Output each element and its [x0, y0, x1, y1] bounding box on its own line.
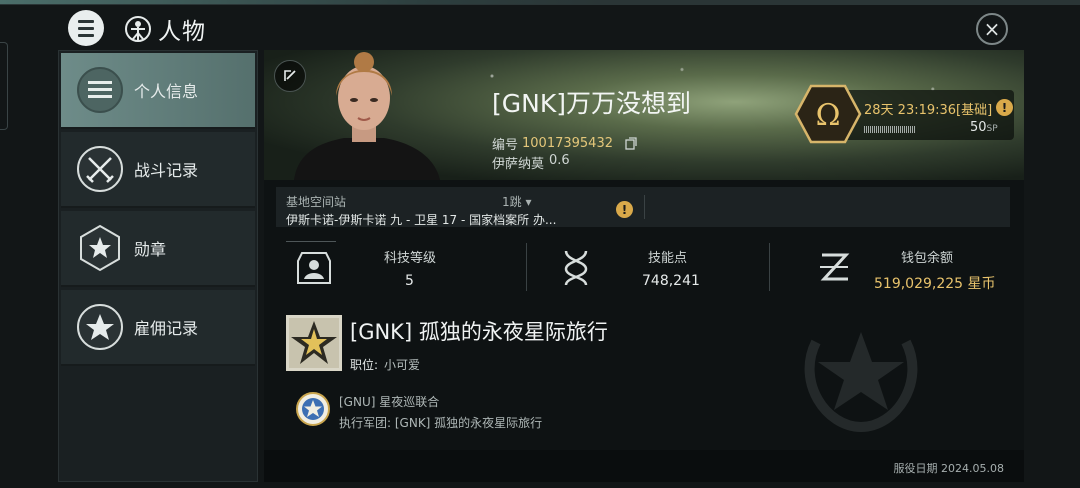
stat-value: 519,029,225 星币: [874, 276, 996, 292]
stat-wallet: 钱包余额 519,029,225 星币: [814, 243, 1014, 293]
alliance-executor: 执行军团: [GNK] 孤独的永夜星际旅行: [339, 416, 543, 430]
footer: 服役日期 2024.05.08: [264, 450, 1024, 482]
isk-icon: [820, 253, 850, 281]
station-label: 基地空间站: [286, 195, 347, 209]
star-hexagon-icon: [80, 224, 120, 272]
sp-value: 50SP: [970, 120, 998, 135]
home-station[interactable]: 基地空间站 1跳 ▾ 伊斯卡诺-伊斯卡诺 九 - 卫星 17 - 国家档案所 办…: [276, 187, 1010, 227]
copy-icon[interactable]: [625, 137, 637, 150]
station-name: 伊斯卡诺-伊斯卡诺 九 - 卫星 17 - 国家档案所 办...: [286, 213, 557, 227]
edit-profile-button[interactable]: [274, 60, 306, 92]
stat-value: 748,241: [642, 273, 700, 289]
dna-icon: [564, 250, 588, 286]
svg-text:Ω: Ω: [816, 98, 841, 133]
sidebar-item-employment[interactable]: 雇佣记录: [61, 290, 255, 366]
divider: [526, 243, 527, 291]
sp-progress-bar: [864, 126, 916, 133]
stat-label: 钱包余额: [901, 251, 954, 266]
list-icon: [77, 67, 123, 113]
edit-icon: [284, 70, 296, 81]
sidebar: 个人信息 战斗记录 勋章 雇佣记录: [58, 50, 258, 482]
alliance-logo[interactable]: [296, 392, 330, 426]
corp-watermark-icon: [804, 332, 918, 432]
menu-icon: [78, 18, 94, 39]
page-title: 人物: [158, 19, 206, 45]
crossed-swords-icon: [77, 146, 123, 192]
service-date: 服役日期 2024.05.08: [893, 462, 1004, 475]
alliance-name[interactable]: [GNU] 星夜巡联合: [339, 393, 439, 410]
id-value: 10017395432: [522, 136, 613, 151]
sidebar-item-label: 勋章: [134, 240, 167, 259]
divider: [644, 195, 645, 219]
stat-label: 技能点: [648, 251, 688, 266]
profile-banner: [GNK]万万没想到 编号 10017395432 伊萨纳莫 0.6 Ω 28天…: [264, 50, 1024, 180]
character-icon: [125, 16, 151, 42]
id-label: 编号: [492, 138, 519, 153]
sidebar-item-personal-info[interactable]: 个人信息: [61, 53, 255, 129]
warning-icon[interactable]: !: [996, 99, 1013, 116]
corp-logo[interactable]: [286, 315, 342, 371]
divider: [286, 241, 336, 242]
omega-icon[interactable]: Ω: [794, 84, 862, 144]
character-name: [GNK]万万没想到: [492, 89, 691, 118]
tech-level-icon: [297, 252, 331, 284]
stat-value: 5: [405, 273, 414, 289]
close-button[interactable]: ×: [976, 13, 1008, 45]
close-icon: ×: [983, 17, 1001, 41]
character-location: 伊萨纳莫 0.6: [492, 153, 570, 172]
stat-skill-points: 技能点 748,241: [556, 243, 776, 293]
security-status: 0.6: [549, 153, 570, 168]
main-content: [GNK]万万没想到 编号 10017395432 伊萨纳莫 0.6 Ω 28天…: [264, 50, 1024, 482]
omega-time-remaining: 28天 23:19:36[基础]: [864, 103, 993, 118]
corp-position: 职位: 小可爱: [350, 358, 421, 372]
stat-tech-level: 科技等级 5: [294, 243, 534, 293]
left-edge-handle[interactable]: [0, 42, 8, 130]
station-jumps[interactable]: 1跳 ▾: [502, 193, 532, 210]
stat-label: 科技等级: [384, 251, 437, 266]
sidebar-item-combat-log[interactable]: 战斗记录: [61, 132, 255, 208]
main-menu-button[interactable]: [68, 10, 104, 46]
sidebar-item-label: 战斗记录: [134, 161, 199, 180]
divider: [769, 243, 770, 291]
sidebar-item-label: 雇佣记录: [134, 319, 199, 338]
chevron-down-icon: ▾: [525, 195, 532, 209]
top-strip: [0, 0, 1080, 5]
sidebar-item-medals[interactable]: 勋章: [61, 211, 255, 287]
corp-name[interactable]: [GNK] 孤独的永夜星际旅行: [350, 316, 608, 346]
sidebar-item-label: 个人信息: [134, 82, 199, 101]
star-wreath-icon: [77, 304, 123, 350]
page-header: 人物: [124, 12, 206, 46]
location-name: 伊萨纳莫: [492, 157, 545, 172]
character-id-row: 编号 10017395432: [492, 134, 637, 153]
character-portrait: [294, 52, 440, 180]
warning-icon[interactable]: !: [616, 201, 633, 218]
